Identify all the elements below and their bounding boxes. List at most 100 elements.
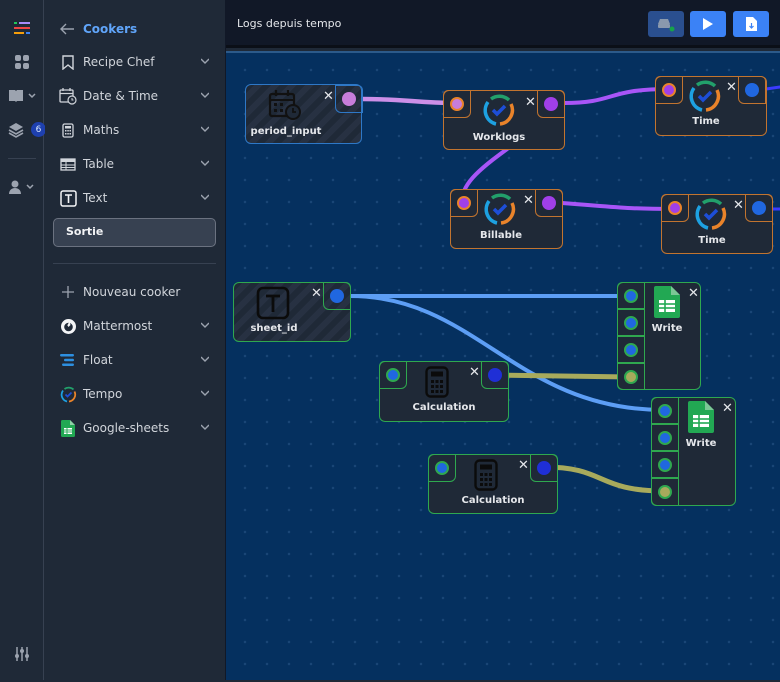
chevron-down-icon [201,322,209,328]
input-port[interactable] [379,361,407,389]
node-time-2[interactable]: ✕ Time [661,194,773,254]
float-icon [60,354,74,366]
integration-tempo[interactable]: Tempo [59,381,219,407]
cooker-item-sortie[interactable]: Sortie [53,218,216,247]
close-icon[interactable]: ✕ [722,402,733,415]
input-port[interactable] [450,189,478,217]
category-recipe-chef[interactable]: Recipe Chef [59,49,219,75]
tempo-icon [483,94,515,126]
flow-canvas[interactable]: ✕ period_input ✕ Worklogs ✕ Time ✕ Billa… [226,51,780,680]
run-button[interactable] [690,11,726,37]
output-port[interactable] [530,454,558,482]
close-icon[interactable]: ✕ [311,287,322,300]
category-maths[interactable]: Maths [59,117,219,143]
chevron-down-icon [201,424,209,430]
category-label: Text [83,191,108,205]
node-calculation-2[interactable]: ✕ Calculation [428,454,558,514]
bookmark-icon [62,54,74,70]
category-text[interactable]: Text [59,185,219,211]
output-port[interactable] [535,189,563,217]
menu-button[interactable] [0,15,44,41]
input-port-1[interactable] [617,282,645,309]
node-calculation-1[interactable]: ✕ Calculation [379,361,509,422]
close-icon[interactable]: ✕ [518,459,529,472]
export-button[interactable] [733,11,769,37]
output-port[interactable] [745,194,773,222]
new-cooker-label: Nouveau cooker [83,285,181,299]
calculator-icon [62,122,74,138]
menu-lines-icon [14,22,30,34]
node-label: Billable [479,230,523,241]
category-date-time[interactable]: Date & Time [59,83,219,109]
node-period-input[interactable]: ✕ period_input [245,84,363,144]
settings-button[interactable] [0,641,44,667]
node-sheet-id[interactable]: ✕ sheet_id [233,282,351,342]
node-write-1[interactable]: ✕ Write [617,282,701,390]
back-to-cookers-link[interactable]: Cookers [59,18,137,40]
output-port[interactable] [323,282,351,310]
node-label: Time [692,116,720,127]
close-icon[interactable]: ✕ [525,96,536,109]
storage-status-button[interactable] [648,11,684,37]
input-port-3[interactable] [617,336,645,363]
output-port[interactable] [738,76,766,104]
input-port[interactable] [428,454,456,482]
wire-time-out-1[interactable] [764,85,780,91]
close-icon[interactable]: ✕ [688,287,699,300]
node-time-1[interactable]: ✕ Time [655,76,767,136]
node-label: Calculation [412,402,476,413]
icon-rail: 6 [0,0,46,680]
integration-float[interactable]: Float [59,347,219,373]
rail-divider [8,158,36,159]
close-icon[interactable]: ✕ [523,194,534,207]
category-label: Recipe Chef [83,55,155,69]
input-port[interactable] [661,194,689,222]
input-port[interactable] [443,90,471,118]
output-port[interactable] [481,361,509,389]
integration-label: Float [83,353,113,367]
dashboard-button[interactable] [0,49,44,75]
integration-mattermost[interactable]: Mattermost [59,313,219,339]
tempo-icon [484,193,516,225]
node-billable[interactable]: ✕ Billable [450,189,563,249]
output-port[interactable] [537,90,565,118]
new-cooker-button[interactable]: Nouveau cooker [59,279,219,305]
integration-label: Google-sheets [83,421,170,435]
close-icon[interactable]: ✕ [323,90,334,103]
layers-count-badge: 6 [31,122,46,137]
input-port-2[interactable] [617,309,645,336]
editor-topbar: Logs depuis tempo [226,0,780,48]
wire-worklogs-to-time[interactable] [562,87,671,105]
file-download-icon [745,17,757,31]
table-icon [60,157,76,171]
drive-icon [658,19,675,32]
text-icon [59,189,77,207]
recipe-title: Logs depuis tempo [237,17,342,30]
input-port-2[interactable] [651,424,679,451]
close-icon[interactable]: ✕ [469,366,480,379]
calculator-icon [474,459,498,491]
wire-calc2-to-write2[interactable] [541,464,667,494]
category-table[interactable]: Table [59,151,219,177]
close-icon[interactable]: ✕ [726,81,737,94]
cookers-panel: Cookers Recipe Chef Date & Time Maths Ta… [45,0,226,680]
grid-icon [15,55,29,69]
integration-label: Mattermost [83,319,153,333]
close-icon[interactable]: ✕ [733,199,744,212]
input-port-4[interactable] [651,478,679,506]
output-port[interactable] [335,85,363,113]
wire-billable-to-time[interactable] [560,201,676,211]
input-port-1[interactable] [651,397,679,424]
wire-calc1-to-write1[interactable] [491,372,633,380]
input-port[interactable] [655,76,683,104]
node-label: Write [685,438,717,449]
sliders-icon [15,647,29,661]
input-port-3[interactable] [651,451,679,478]
node-worklogs[interactable]: ✕ Worklogs [443,90,565,150]
input-port-4[interactable] [617,363,645,390]
integration-google-sheets[interactable]: Google-sheets [59,415,219,441]
docs-button[interactable] [0,83,44,109]
node-write-2[interactable]: ✕ Write [651,397,736,506]
plus-icon [62,286,74,298]
user-menu-button[interactable] [0,174,44,200]
